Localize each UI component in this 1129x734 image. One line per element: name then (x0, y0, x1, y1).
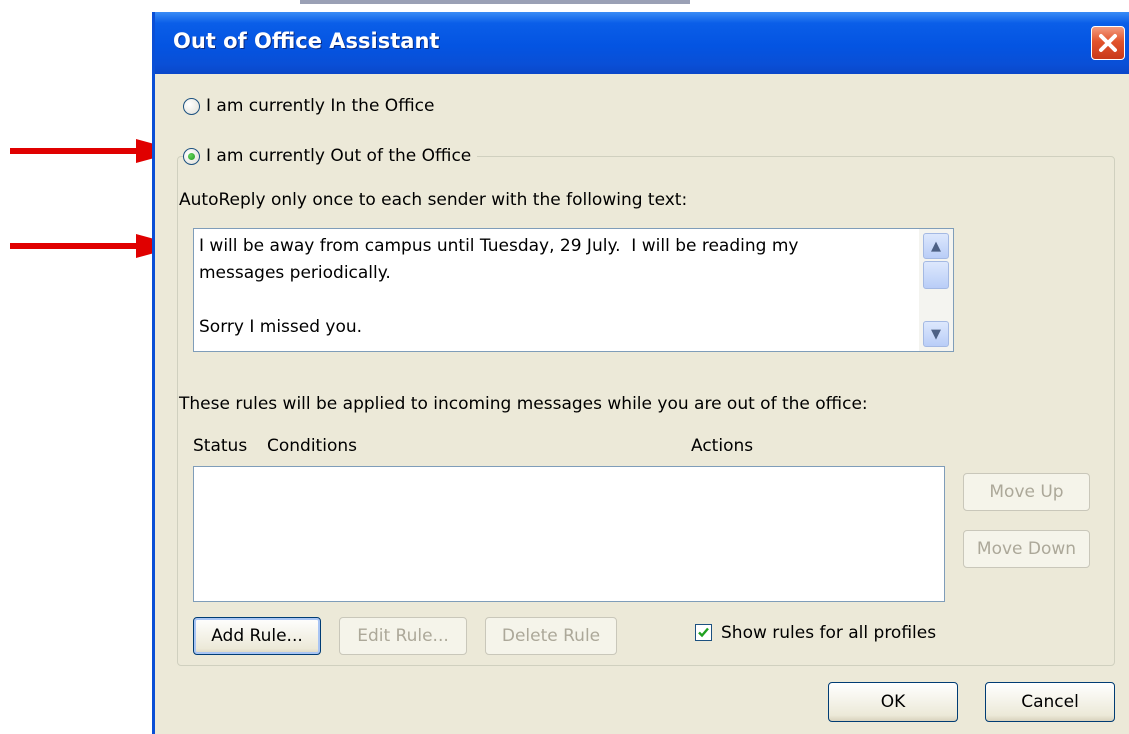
radio-out-of-office-label[interactable]: I am currently Out of the Office (206, 146, 471, 166)
scroll-down-button[interactable]: ▼ (923, 321, 949, 347)
title-bar[interactable]: Out of Office Assistant (155, 12, 1129, 74)
column-header-actions[interactable]: Actions (691, 436, 753, 456)
add-rule-button[interactable]: Add Rule... (193, 617, 321, 655)
autoreply-scrollbar[interactable]: ▲ ▼ (919, 229, 953, 351)
autoreply-text[interactable]: I will be away from campus until Tuesday… (199, 233, 904, 341)
radio-in-office[interactable]: I am currently In the Office (183, 96, 434, 116)
checkmark-icon (698, 627, 709, 638)
show-all-profiles-checkbox[interactable] (695, 624, 712, 641)
show-all-profiles-label[interactable]: Show rules for all profiles (721, 623, 936, 643)
chevron-up-icon: ▲ (931, 238, 941, 254)
dialog-body: I am currently In the Office I am curren… (155, 74, 1129, 734)
add-rule-label: Add Rule... (211, 626, 303, 646)
close-x-icon (1099, 34, 1117, 52)
ok-label: OK (880, 692, 906, 712)
rules-intro-label: These rules will be applied to incoming … (179, 394, 868, 414)
scroll-thumb[interactable] (923, 261, 949, 289)
cancel-label: Cancel (1021, 692, 1079, 712)
background-fragment (300, 0, 690, 4)
column-header-status[interactable]: Status (193, 436, 247, 456)
scroll-up-button[interactable]: ▲ (923, 233, 949, 259)
move-down-label: Move Down (976, 539, 1077, 559)
ok-button[interactable]: OK (828, 682, 958, 722)
move-up-button[interactable]: Move Up (963, 473, 1090, 511)
radio-selected-icon[interactable] (183, 147, 200, 165)
cancel-button[interactable]: Cancel (985, 682, 1115, 722)
delete-rule-button[interactable]: Delete Rule (485, 617, 617, 655)
autoreply-textarea[interactable]: I will be away from campus until Tuesday… (193, 228, 954, 352)
autoreply-label: AutoReply only once to each sender with … (179, 190, 688, 210)
edit-rule-button[interactable]: Edit Rule... (339, 617, 467, 655)
delete-rule-label: Delete Rule (501, 626, 601, 646)
column-header-conditions[interactable]: Conditions (267, 436, 357, 456)
radio-in-office-label[interactable]: I am currently In the Office (206, 96, 434, 116)
edit-rule-label: Edit Rule... (357, 626, 449, 646)
radio-unselected-icon[interactable] (183, 97, 200, 115)
out-of-office-dialog: Out of Office Assistant I am currently I… (152, 12, 1129, 734)
chevron-down-icon: ▼ (931, 326, 941, 342)
dialog-title: Out of Office Assistant (173, 29, 440, 53)
radio-out-of-office[interactable]: I am currently Out of the Office (183, 146, 478, 166)
move-up-label: Move Up (989, 482, 1064, 502)
rules-list[interactable] (193, 466, 945, 602)
move-down-button[interactable]: Move Down (963, 530, 1090, 568)
close-button[interactable] (1091, 26, 1125, 60)
